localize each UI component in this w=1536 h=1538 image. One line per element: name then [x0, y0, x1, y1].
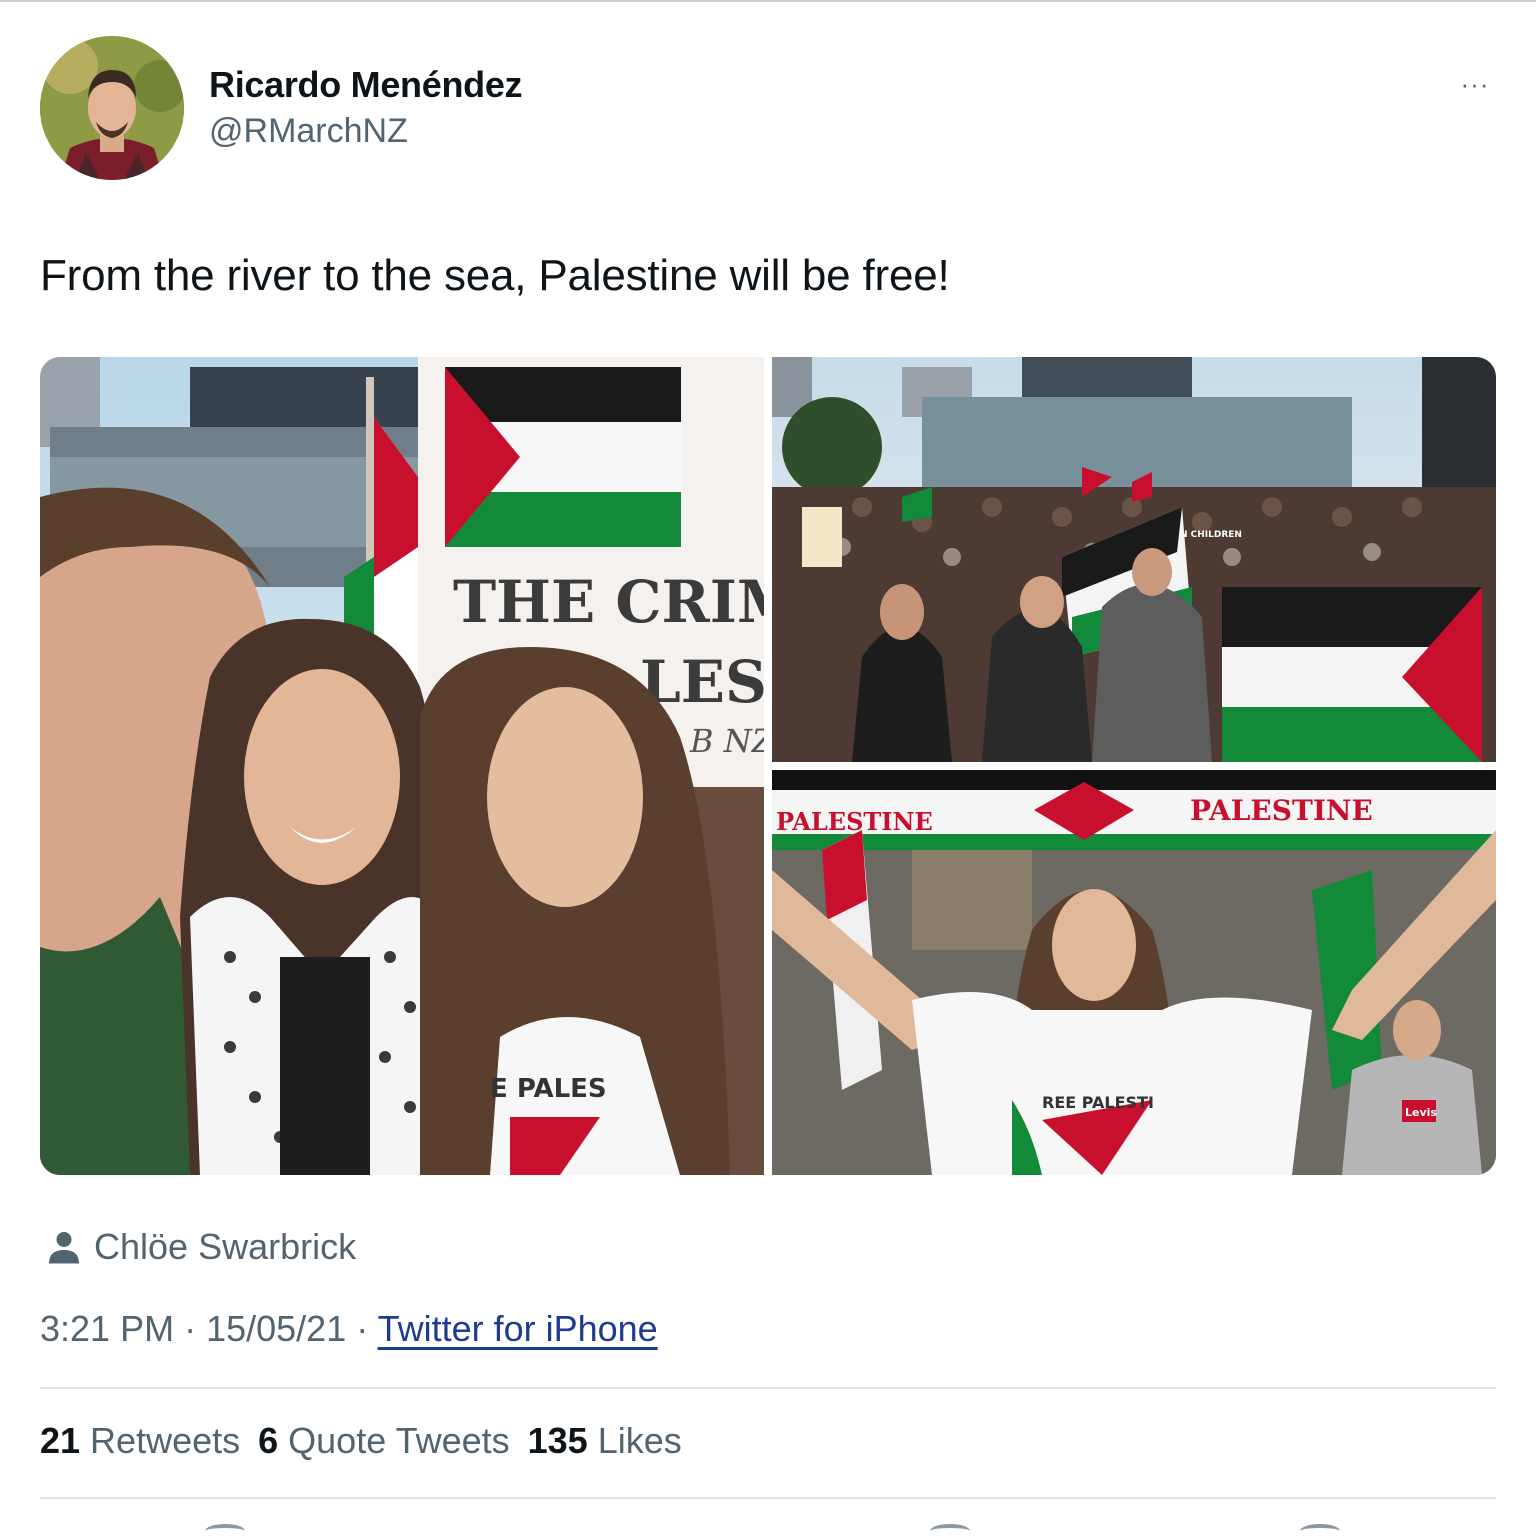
author-display-name[interactable]: Ricardo Menéndez [209, 64, 523, 106]
avatar-image [40, 36, 184, 180]
retweets-label: Retweets [90, 1420, 241, 1461]
shirt-text: E PALES [490, 1074, 607, 1104]
sign-text: N CHILDREN [1180, 530, 1242, 540]
media-photo-3[interactable]: PALESTINE PALESTINE REE PALESTI Levis [772, 770, 1496, 1175]
likes-count: 135 [527, 1420, 588, 1461]
tweet-meta: 3:21 PM · 15/05/21 · Twitter for iPhone [40, 1308, 658, 1350]
scarf-text-right: PALESTINE [1190, 794, 1373, 827]
tweet-date[interactable]: 15/05/21 [206, 1308, 346, 1349]
tweet-time[interactable]: 3:21 PM [40, 1308, 174, 1349]
large-flag [1222, 587, 1482, 762]
source-link[interactable]: Twitter for iPhone [378, 1308, 658, 1349]
retweets-count: 21 [40, 1420, 81, 1461]
more-dots-icon: ··· [1460, 68, 1490, 99]
hoodie-logo-text: Levis [1405, 1106, 1437, 1119]
photo-crowd: N CHILDREN [772, 357, 1496, 762]
tweet-text: From the river to the sea, Palestine wil… [40, 251, 950, 300]
tagged-user-name: Chlöe Swarbrick [94, 1226, 357, 1267]
media-grid: THE CRIM LES B NZ E PALES [40, 357, 1496, 1175]
meta-separator-2: · [346, 1308, 378, 1349]
shirt-text-2: REE PALESTI [1042, 1093, 1154, 1112]
like-icon[interactable] [930, 1524, 970, 1538]
banner-flag [445, 367, 681, 547]
quote-tweets-stat[interactable]: 6 Quote Tweets [258, 1420, 510, 1462]
divider-2 [40, 1497, 1496, 1499]
divider [40, 1387, 1496, 1389]
photo-scarf: PALESTINE PALESTINE REE PALESTI Levis [772, 770, 1496, 1175]
media-photo-2[interactable]: N CHILDREN [772, 357, 1496, 762]
author-handle[interactable]: @RMarchNZ [209, 112, 408, 151]
person-icon [49, 1232, 79, 1264]
tagged-user[interactable]: Chlöe Swarbrick [40, 1222, 356, 1272]
quote-tweets-label: Quote Tweets [288, 1420, 510, 1461]
quote-tweets-count: 6 [258, 1420, 279, 1461]
share-icon[interactable] [1300, 1524, 1340, 1538]
scarf-text-left: PALESTINE [776, 807, 933, 836]
photo-selfie: THE CRIM LES B NZ E PALES [40, 357, 764, 1175]
retweets-stat[interactable]: 21 Retweets [40, 1420, 240, 1462]
engagement-stats: 21 Retweets 6 Quote Tweets 135 Likes [40, 1420, 700, 1462]
meta-separator: · [174, 1308, 207, 1349]
reply-icon[interactable] [205, 1524, 245, 1538]
media-photo-1[interactable]: THE CRIM LES B NZ E PALES [40, 357, 764, 1175]
likes-stat[interactable]: 135 Likes [528, 1420, 682, 1462]
likes-label: Likes [597, 1420, 682, 1461]
more-options-button[interactable]: ··· [1450, 66, 1500, 102]
banner-text-1: THE CRIM [453, 568, 764, 636]
banner-text-3: B NZ [689, 722, 764, 760]
avatar[interactable] [40, 36, 184, 180]
top-divider [0, 0, 1536, 2]
